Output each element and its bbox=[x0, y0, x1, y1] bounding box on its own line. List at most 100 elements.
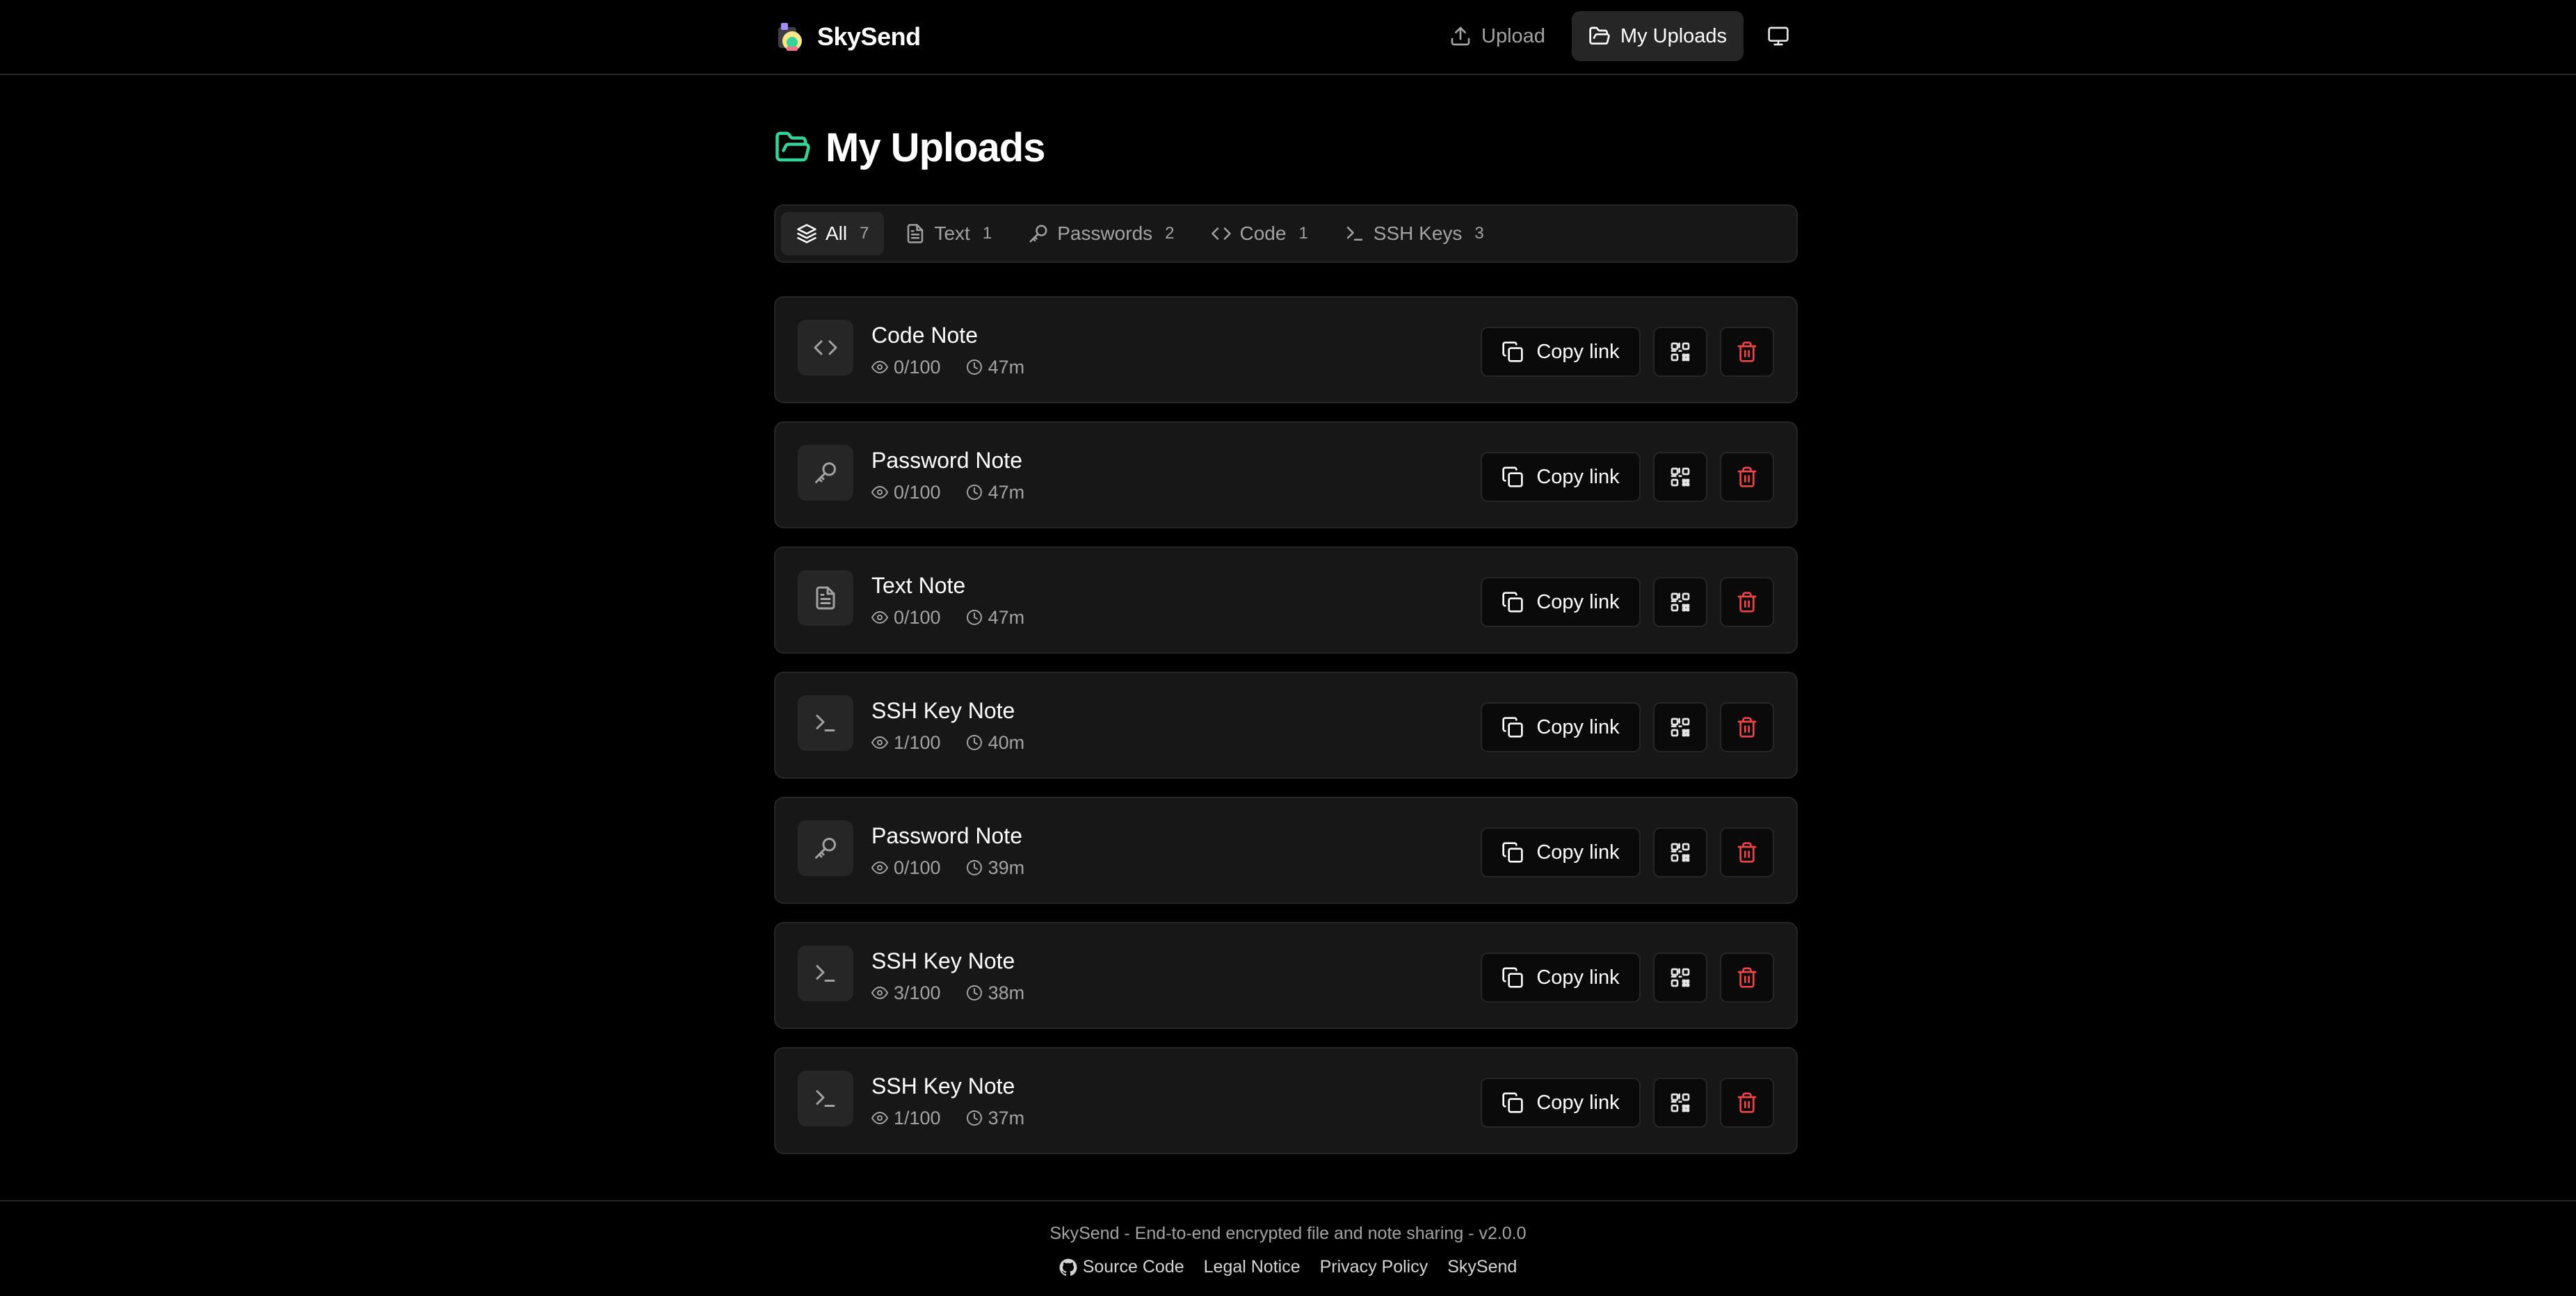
tab-all[interactable]: All 7 bbox=[781, 212, 885, 255]
code-icon bbox=[1211, 227, 1231, 240]
delete-button[interactable] bbox=[1720, 327, 1774, 377]
delete-button[interactable] bbox=[1720, 953, 1774, 1003]
privacy-policy-link[interactable]: Privacy Policy bbox=[1320, 1257, 1428, 1277]
copy-link-button[interactable]: Copy link bbox=[1481, 1078, 1641, 1128]
copy-icon bbox=[1502, 1092, 1524, 1113]
qr-code-button[interactable] bbox=[1653, 452, 1707, 502]
tab-text[interactable]: Text 1 bbox=[889, 212, 1007, 255]
qr-code-icon bbox=[1671, 968, 1690, 987]
delete-button[interactable] bbox=[1720, 1078, 1774, 1128]
layers-icon bbox=[797, 224, 816, 243]
view-count: 3/100 bbox=[894, 982, 941, 1003]
source-code-link[interactable]: Source Code bbox=[1059, 1257, 1184, 1277]
copy-link-button[interactable]: Copy link bbox=[1481, 452, 1641, 502]
upload-title: SSH Key Note bbox=[871, 698, 1015, 723]
trash-icon bbox=[1737, 1092, 1757, 1113]
view-count: 0/100 bbox=[894, 857, 941, 878]
terminal-icon bbox=[816, 715, 835, 731]
upload-card[interactable]: Text Note 0/100 47m Copy link bbox=[774, 546, 1798, 654]
main-nav: Upload My Uploads bbox=[1433, 11, 1803, 61]
qr-code-icon bbox=[1671, 467, 1690, 487]
qr-code-button[interactable] bbox=[1653, 327, 1707, 377]
card-actions: Copy link bbox=[1481, 452, 1774, 502]
copy-link-label: Copy link bbox=[1536, 841, 1620, 864]
delete-button[interactable] bbox=[1720, 452, 1774, 502]
copy-icon bbox=[1502, 967, 1524, 988]
copy-icon bbox=[1502, 717, 1524, 738]
delete-button[interactable] bbox=[1720, 577, 1774, 627]
note-type-badge bbox=[798, 695, 853, 751]
theme-toggle-button[interactable] bbox=[1753, 11, 1803, 61]
view-count: 0/100 bbox=[894, 606, 941, 628]
tab-passwords[interactable]: Passwords 2 bbox=[1013, 212, 1189, 255]
file-text-icon bbox=[908, 224, 924, 243]
skysend-logo-icon bbox=[778, 23, 802, 51]
footer-links: Source Code Legal Notice Privacy Policy … bbox=[0, 1257, 2576, 1277]
upload-card[interactable]: Code Note 0/100 47m Copy link bbox=[774, 296, 1798, 403]
upload-card[interactable]: Password Note 0/100 47m Copy link bbox=[774, 421, 1798, 528]
skysend-link[interactable]: SkySend bbox=[1447, 1257, 1517, 1277]
copy-link-button[interactable]: Copy link bbox=[1481, 953, 1641, 1003]
folder-open-icon bbox=[775, 131, 810, 162]
qr-code-icon bbox=[1671, 843, 1690, 862]
clock-icon bbox=[966, 735, 982, 750]
card-actions: Copy link bbox=[1481, 827, 1774, 877]
nav-my-uploads-button[interactable]: My Uploads bbox=[1571, 11, 1744, 61]
tab-label: All bbox=[826, 222, 848, 244]
upload-card[interactable]: SSH Key Note 1/100 40m Copy link bbox=[774, 672, 1798, 779]
note-type-badge bbox=[798, 320, 853, 375]
copy-link-button[interactable]: Copy link bbox=[1481, 702, 1641, 752]
upload-title: Text Note bbox=[871, 573, 966, 598]
card-actions: Copy link bbox=[1481, 953, 1774, 1003]
copy-link-button[interactable]: Copy link bbox=[1481, 577, 1641, 627]
upload-meta: 0/100 47m bbox=[871, 481, 1024, 503]
copy-link-button[interactable]: Copy link bbox=[1481, 327, 1641, 377]
tab-label: Code bbox=[1239, 222, 1287, 244]
copy-link-button[interactable]: Copy link bbox=[1481, 827, 1641, 877]
tab-count: 7 bbox=[860, 224, 869, 243]
upload-card[interactable]: SSH Key Note 1/100 37m Copy link bbox=[774, 1047, 1798, 1154]
clock-icon bbox=[966, 485, 982, 500]
trash-icon bbox=[1737, 467, 1757, 487]
tab-code[interactable]: Code 1 bbox=[1196, 212, 1323, 255]
top-header: SkySend Upload My Uploads bbox=[0, 0, 2576, 75]
view-count: 0/100 bbox=[894, 356, 941, 378]
upload-card[interactable]: Password Note 0/100 39m Copy link bbox=[774, 797, 1798, 904]
upload-title: SSH Key Note bbox=[871, 1074, 1015, 1099]
page-title: My Uploads bbox=[774, 120, 1045, 175]
nav-upload-button[interactable]: Upload bbox=[1433, 11, 1562, 61]
qr-code-button[interactable] bbox=[1653, 702, 1707, 752]
copy-link-label: Copy link bbox=[1536, 715, 1620, 738]
key-icon bbox=[1029, 225, 1047, 243]
nav-my-uploads-label: My Uploads bbox=[1620, 24, 1728, 47]
copy-link-label: Copy link bbox=[1536, 340, 1620, 363]
tab-label: SSH Keys bbox=[1373, 222, 1463, 244]
qr-code-button[interactable] bbox=[1653, 827, 1707, 877]
clock-icon bbox=[966, 359, 982, 375]
copy-icon bbox=[1502, 467, 1524, 487]
qr-code-button[interactable] bbox=[1653, 1078, 1707, 1128]
upload-icon bbox=[1451, 26, 1470, 46]
upload-meta: 0/100 47m bbox=[871, 606, 1024, 629]
tab-ssh-keys[interactable]: SSH Keys 3 bbox=[1329, 212, 1499, 255]
tab-label: Text bbox=[934, 222, 970, 244]
qr-code-button[interactable] bbox=[1653, 577, 1707, 627]
uploads-list: Code Note 0/100 47m Copy link Password N… bbox=[774, 296, 1798, 1172]
folder-open-icon bbox=[1589, 26, 1610, 44]
upload-meta: 0/100 47m bbox=[871, 356, 1024, 378]
delete-button[interactable] bbox=[1720, 702, 1774, 752]
eye-icon bbox=[871, 736, 888, 749]
copy-icon bbox=[1502, 341, 1524, 362]
clock-icon bbox=[966, 985, 982, 1001]
upload-card[interactable]: SSH Key Note 3/100 38m Copy link bbox=[774, 922, 1798, 1029]
trash-icon bbox=[1737, 341, 1757, 362]
legal-notice-link[interactable]: Legal Notice bbox=[1204, 1257, 1301, 1277]
code-icon bbox=[814, 340, 837, 355]
clock-icon bbox=[966, 610, 982, 625]
brand[interactable]: SkySend bbox=[774, 19, 921, 54]
qr-code-button[interactable] bbox=[1653, 953, 1707, 1003]
footer-tagline: SkySend - End-to-end encrypted file and … bbox=[1049, 1224, 1527, 1243]
key-icon bbox=[815, 462, 836, 483]
delete-button[interactable] bbox=[1720, 827, 1774, 877]
tab-count: 3 bbox=[1474, 224, 1484, 243]
